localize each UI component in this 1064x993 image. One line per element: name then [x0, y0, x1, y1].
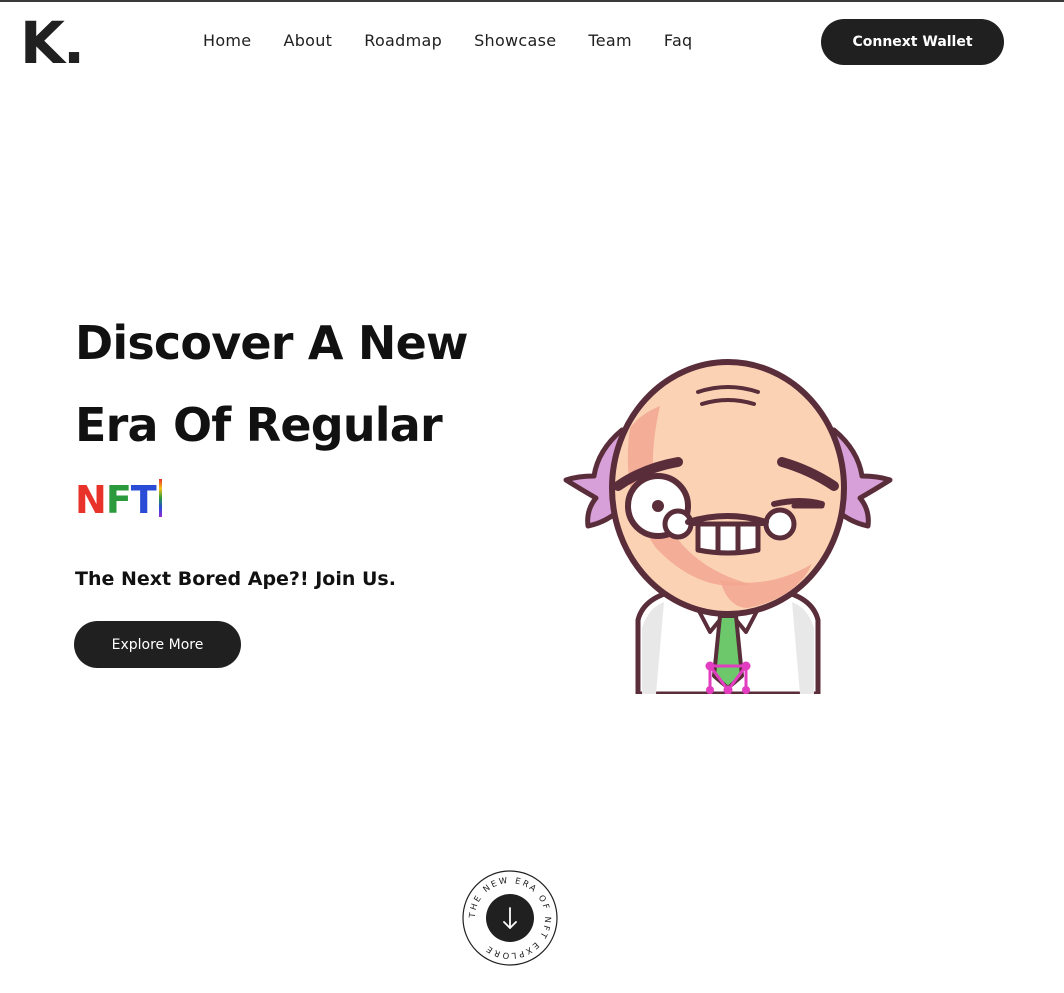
main-nav: Home About Roadmap Showcase Team Faq	[203, 30, 693, 52]
logo[interactable]: K.	[20, 8, 85, 78]
nft-character-illustration	[563, 359, 893, 694]
nav-faq[interactable]: Faq	[664, 30, 693, 52]
typed-letter: F	[105, 478, 132, 522]
nav-about[interactable]: About	[283, 30, 332, 52]
nav-home[interactable]: Home	[203, 30, 251, 52]
nav-team[interactable]: Team	[588, 30, 632, 52]
typed-letter: N	[75, 478, 107, 522]
scroll-down-badge[interactable]: THE NEW ERA OF NFT EXPLORE	[462, 870, 558, 966]
typed-letter: T	[130, 478, 157, 522]
nav-showcase[interactable]: Showcase	[474, 30, 556, 52]
hero-title-line-2: Era Of Regular	[75, 398, 443, 452]
connect-wallet-button[interactable]: Connext Wallet	[821, 19, 1004, 65]
top-border	[0, 0, 1064, 2]
hero-title-line-1: Discover A New	[75, 316, 469, 370]
hero-title: Discover A New Era Of Regular	[75, 302, 469, 466]
explore-more-button[interactable]: Explore More	[74, 621, 241, 668]
typewriter-text: NFT	[75, 478, 162, 522]
hero-subtitle: The Next Bored Ape?! Join Us.	[75, 568, 396, 590]
typing-caret	[158, 479, 162, 517]
nav-roadmap[interactable]: Roadmap	[364, 30, 442, 52]
